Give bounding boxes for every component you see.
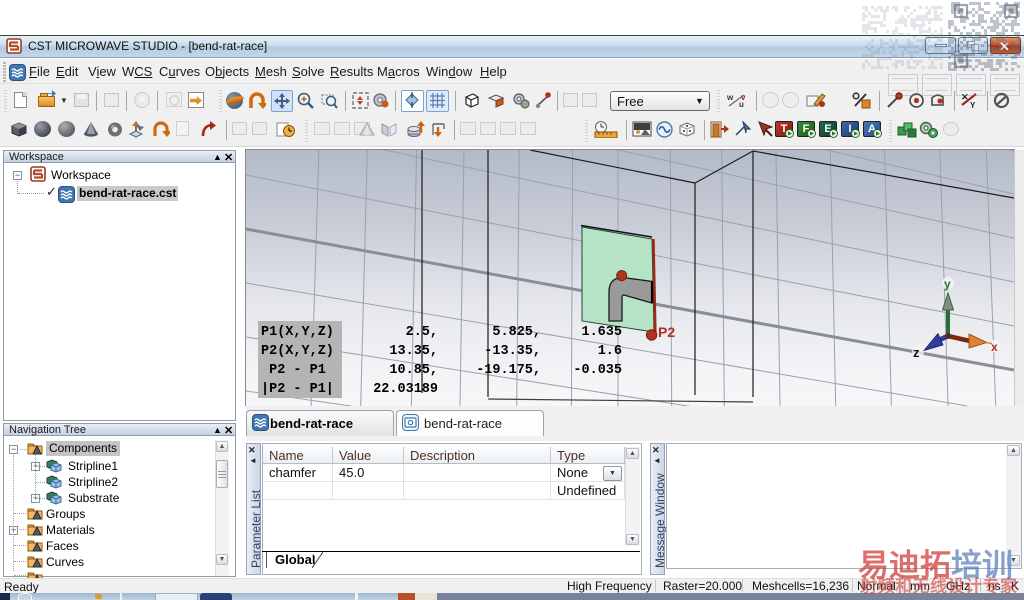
- svg-text:1.6: 1.6: [598, 344, 622, 359]
- svg-text:x: x: [991, 340, 998, 354]
- svg-text:Y: Y: [970, 101, 976, 109]
- svg-text:v: v: [741, 93, 746, 102]
- svg-text:22.03189: 22.03189: [373, 382, 438, 397]
- svg-text:13.35,: 13.35,: [389, 344, 438, 359]
- svg-text:P2 - P1: P2 - P1: [261, 363, 326, 378]
- svg-text:-13.35,: -13.35,: [484, 344, 541, 359]
- svg-text:P2(X,Y,Z): P2(X,Y,Z): [261, 344, 334, 359]
- svg-text:1.635: 1.635: [581, 325, 622, 340]
- svg-text:5.825,: 5.825,: [492, 325, 541, 340]
- svg-text:-0.035: -0.035: [573, 363, 622, 378]
- svg-text:P2: P2: [658, 324, 675, 340]
- svg-text:-19.175,: -19.175,: [476, 363, 541, 378]
- svg-text:|P2 - P1|: |P2 - P1|: [261, 382, 334, 397]
- svg-text:10.85,: 10.85,: [389, 363, 438, 378]
- svg-text:2.5,: 2.5,: [406, 325, 438, 340]
- svg-text:w: w: [726, 93, 734, 102]
- svg-text:y: y: [944, 277, 951, 291]
- svg-text:z: z: [913, 345, 920, 360]
- svg-text:P1(X,Y,Z): P1(X,Y,Z): [261, 325, 334, 340]
